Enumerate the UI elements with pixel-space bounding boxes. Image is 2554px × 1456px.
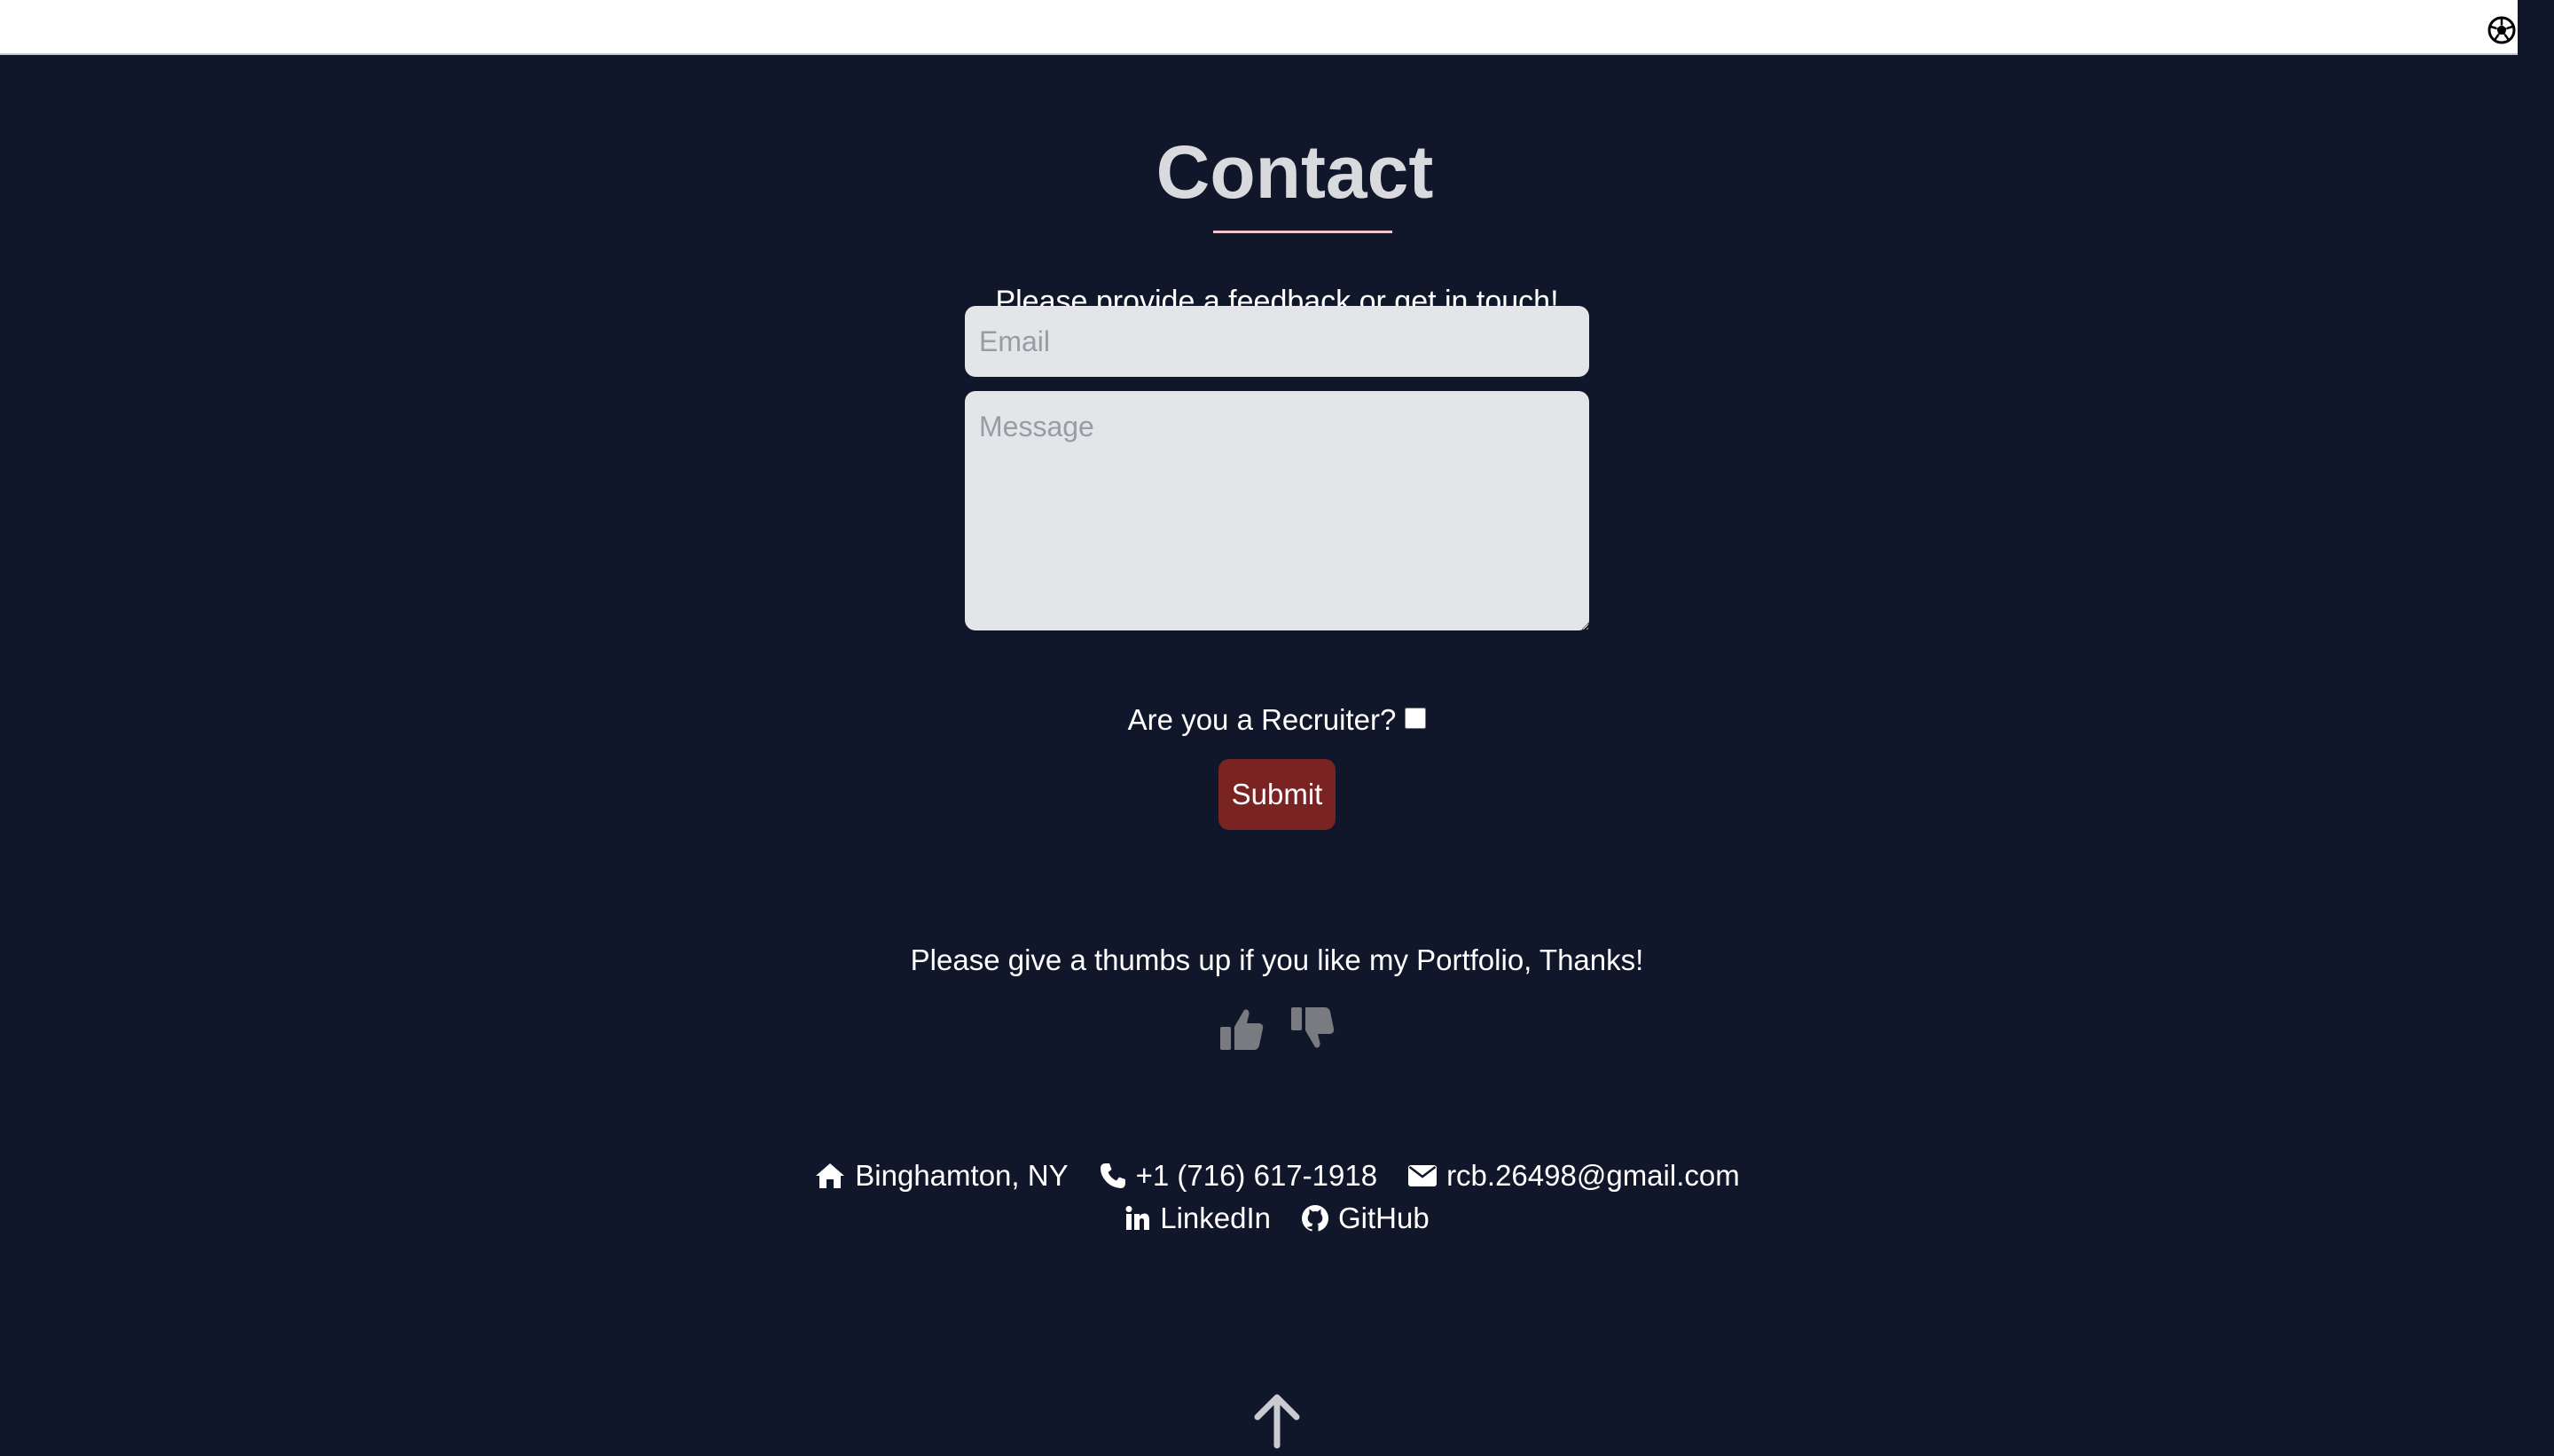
contact-section: Contact Please provide a feedback or get… — [0, 55, 2554, 1456]
recruiter-label: Are you a Recruiter? — [1127, 703, 1397, 736]
location-text: Binghamton, NY — [855, 1159, 1069, 1192]
home-icon — [816, 1163, 845, 1188]
recruiter-checkbox[interactable] — [1405, 708, 1427, 729]
linkedin-icon — [1125, 1206, 1150, 1230]
recruiter-question: Are you a Recruiter? — [975, 702, 1579, 738]
back-to-top-button[interactable] — [1250, 1392, 1304, 1449]
github-label: GitHub — [1338, 1202, 1430, 1234]
thumbs-up-button[interactable] — [1217, 1004, 1266, 1053]
github-icon — [1302, 1205, 1329, 1232]
linkedin-label: LinkedIn — [1160, 1202, 1272, 1234]
social-links-row: LinkedIn GitHub — [621, 1201, 1933, 1236]
thumbs-prompt: Please give a thumbs up if you like my P… — [910, 943, 1644, 976]
thumbs-down-icon — [1291, 1007, 1335, 1048]
phone-text: +1 (716) 617-1918 — [1135, 1159, 1378, 1192]
github-link[interactable]: GitHub — [1301, 1201, 1430, 1236]
email-input[interactable] — [965, 306, 1589, 377]
envelope-icon — [1408, 1165, 1438, 1186]
email-text: rcb.26498@gmail.com — [1446, 1159, 1740, 1192]
arrow-up-icon — [1254, 1394, 1300, 1449]
thumbs-up-icon — [1220, 1009, 1264, 1050]
email-item: rcb.26498@gmail.com — [1407, 1158, 1740, 1194]
contact-info-row: Binghamton, NY +1 (716) 617-1918 rcb.264… — [621, 1158, 1933, 1194]
top-bar — [0, 0, 2518, 55]
submit-button[interactable]: Submit — [1218, 759, 1336, 830]
phone-icon — [1100, 1163, 1125, 1188]
thumbs-down-button[interactable] — [1288, 1004, 1337, 1053]
soccer-ball-icon[interactable] — [2487, 16, 2516, 44]
location-item: Binghamton, NY — [814, 1158, 1069, 1194]
message-textarea[interactable] — [965, 391, 1589, 630]
phone-item: +1 (716) 617-1918 — [1099, 1158, 1377, 1194]
title-underline — [1213, 231, 1392, 233]
page-title: Contact — [1156, 130, 1434, 214]
linkedin-link[interactable]: LinkedIn — [1124, 1201, 1271, 1236]
